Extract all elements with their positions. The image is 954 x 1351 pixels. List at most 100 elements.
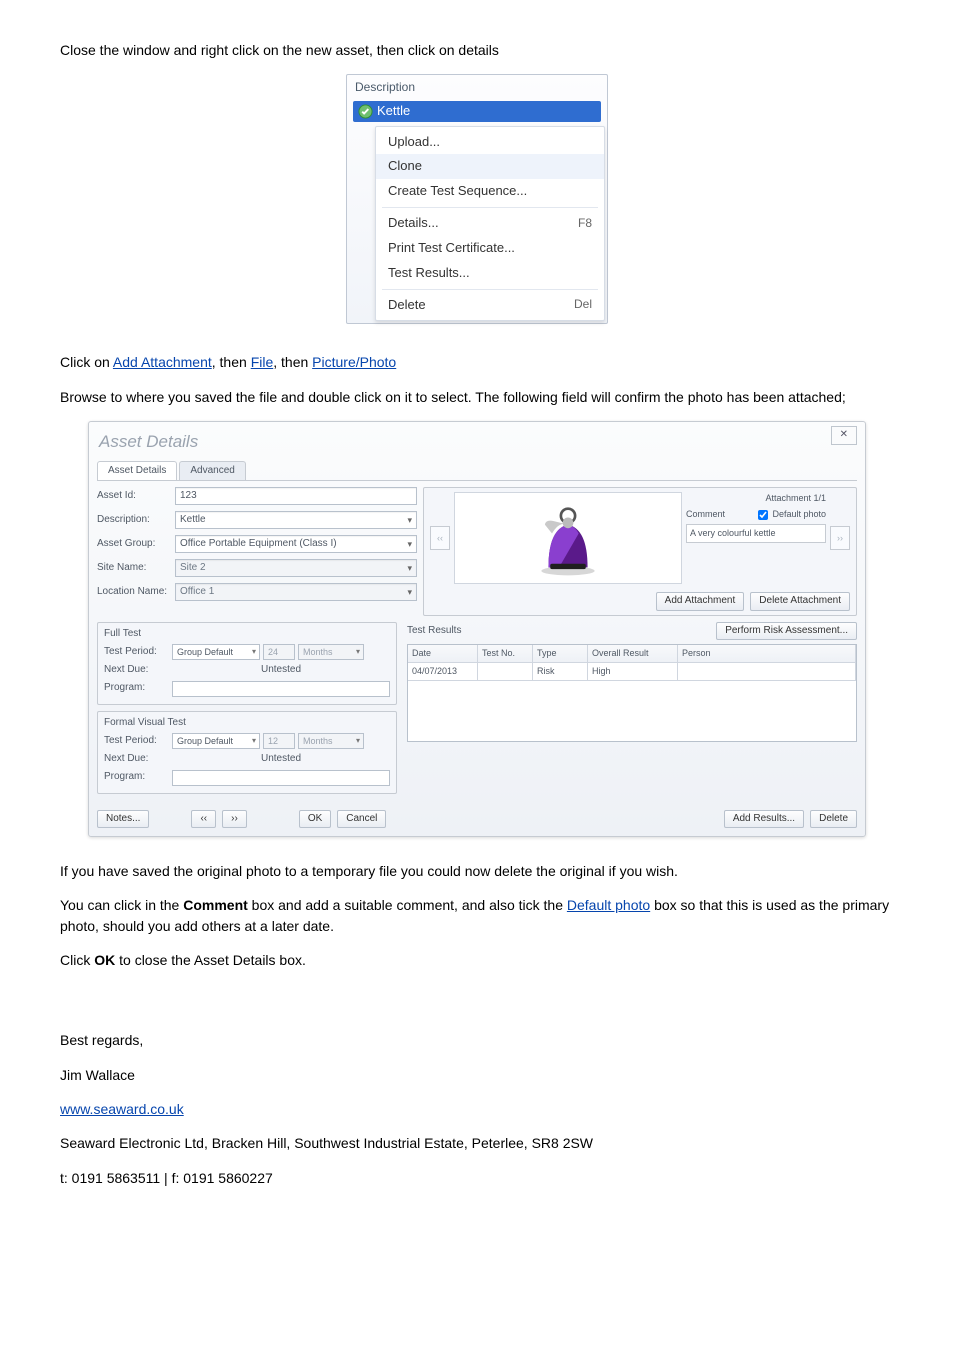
- link-add-attachment[interactable]: Add Attachment: [113, 354, 212, 370]
- value-full-next: Untested: [172, 663, 390, 678]
- notes-button[interactable]: Notes...: [97, 810, 149, 829]
- ok-button[interactable]: OK: [299, 810, 331, 829]
- menu-item-create-test[interactable]: Create Test Sequence...: [376, 179, 604, 204]
- label-full-program: Program:: [104, 681, 172, 696]
- asset-icon: [357, 103, 373, 119]
- cell-testno: [478, 663, 533, 681]
- screenshot-context-menu: Description Kettle Upload... Clone Creat…: [346, 74, 608, 324]
- input-location-name[interactable]: Office 1: [175, 583, 417, 601]
- signature-regards: Best regards,: [60, 1030, 894, 1050]
- value-visual-next: Untested: [172, 752, 390, 767]
- delete-attachment-button[interactable]: Delete Attachment: [750, 592, 850, 611]
- input-description[interactable]: Kettle: [175, 511, 417, 529]
- attachment-counter: Attachment 1/1: [765, 492, 826, 505]
- input-full-program[interactable]: [172, 681, 390, 697]
- cell-type: Risk: [533, 663, 588, 681]
- select-full-period-unit: Months: [298, 644, 364, 660]
- attachment-panel: ‹‹ Attachment 1/1: [423, 487, 857, 616]
- select-visual-period-unit: Months: [298, 733, 364, 749]
- add-results-button[interactable]: Add Results...: [724, 810, 804, 829]
- menu-item-test-results[interactable]: Test Results...: [376, 261, 604, 286]
- table-row[interactable]: 04/07/2013 Risk High: [408, 663, 856, 681]
- col-person[interactable]: Person: [678, 645, 856, 663]
- menu-item-details[interactable]: Details...F8: [376, 211, 604, 236]
- paragraph-click-ok: Click OK to close the Asset Details box.: [60, 950, 894, 970]
- menu-item-delete[interactable]: DeleteDel: [376, 293, 604, 318]
- asset-next-button[interactable]: ››: [222, 810, 247, 829]
- context-menu: Upload... Clone Create Test Sequence... …: [375, 126, 605, 322]
- select-visual-period[interactable]: Group Default: [172, 733, 260, 749]
- attachment-next[interactable]: ››: [830, 526, 850, 550]
- test-results-table: Date Test No. Type Overall Result Person…: [407, 644, 857, 742]
- group-full-test: Full Test Test Period: Group Default 24 …: [97, 622, 397, 705]
- input-asset-group[interactable]: Office Portable Equipment (Class I): [175, 535, 417, 553]
- tab-asset-details[interactable]: Asset Details: [97, 461, 177, 481]
- checkbox-default-photo[interactable]: Default photo: [758, 508, 826, 521]
- cell-person: [678, 663, 856, 681]
- signature-url[interactable]: www.seaward.co.uk: [60, 1101, 184, 1117]
- attachment-thumbnail: [454, 492, 682, 584]
- label-visual-next: Next Due:: [104, 752, 172, 767]
- column-header-description: Description: [347, 75, 607, 100]
- col-date[interactable]: Date: [408, 645, 478, 663]
- label-full-next: Next Due:: [104, 663, 172, 678]
- link-file[interactable]: File: [251, 354, 274, 370]
- menu-item-print-cert[interactable]: Print Test Certificate...: [376, 236, 604, 261]
- paragraph-intro: Close the window and right click on the …: [60, 40, 894, 60]
- label-asset-id: Asset Id:: [97, 489, 175, 504]
- paragraph-add-attachment: Click on Add Attachment, then File, then…: [60, 352, 894, 372]
- close-button[interactable]: ✕: [831, 426, 857, 445]
- tab-strip: Asset Details Advanced: [97, 461, 857, 482]
- menu-separator: [382, 289, 598, 290]
- select-full-period[interactable]: Group Default: [172, 644, 260, 660]
- screenshot-asset-details-dialog: ✕ Asset Details Asset Details Advanced A…: [88, 421, 866, 837]
- input-asset-id[interactable]: 123: [175, 487, 417, 505]
- input-visual-period-num: 12: [263, 733, 295, 749]
- group-visual-test: Formal Visual Test Test Period: Group De…: [97, 711, 397, 794]
- signature-name: Jim Wallace: [60, 1065, 894, 1085]
- label-description: Description:: [97, 513, 175, 528]
- selected-asset-label: Kettle: [377, 102, 410, 121]
- cell-date: 04/07/2013: [408, 663, 478, 681]
- label-asset-group: Asset Group:: [97, 537, 175, 552]
- input-visual-program[interactable]: [172, 770, 390, 786]
- label-location-name: Location Name:: [97, 585, 175, 600]
- attachment-prev[interactable]: ‹‹: [430, 526, 450, 550]
- table-header-row: Date Test No. Type Overall Result Person: [408, 645, 856, 663]
- legend-visual-test: Formal Visual Test: [104, 716, 390, 731]
- table-empty-area: [408, 681, 856, 741]
- label-site-name: Site Name:: [97, 561, 175, 576]
- legend-full-test: Full Test: [104, 627, 390, 642]
- cell-overall: High: [588, 663, 678, 681]
- paragraph-comment-default: You can click in the Comment box and add…: [60, 895, 894, 936]
- asset-prev-button[interactable]: ‹‹: [191, 810, 216, 829]
- col-testno[interactable]: Test No.: [478, 645, 533, 663]
- input-comment[interactable]: A very colourful kettle: [686, 524, 826, 543]
- dialog-title: Asset Details: [99, 430, 857, 455]
- checkbox-default-photo-input[interactable]: [758, 510, 768, 520]
- input-full-period-num: 24: [263, 644, 295, 660]
- label-visual-period: Test Period:: [104, 734, 172, 749]
- paragraph-delete-original: If you have saved the original photo to …: [60, 861, 894, 881]
- label-full-period: Test Period:: [104, 645, 172, 660]
- selected-asset-row[interactable]: Kettle: [353, 101, 601, 122]
- perform-risk-assessment-button[interactable]: Perform Risk Assessment...: [716, 622, 857, 641]
- link-picture-photo[interactable]: Picture/Photo: [312, 354, 396, 370]
- input-site-name[interactable]: Site 2: [175, 559, 417, 577]
- col-type[interactable]: Type: [533, 645, 588, 663]
- tab-advanced[interactable]: Advanced: [179, 461, 245, 481]
- menu-item-upload[interactable]: Upload...: [376, 130, 604, 155]
- add-attachment-button[interactable]: Add Attachment: [656, 592, 745, 611]
- menu-separator: [382, 207, 598, 208]
- delete-results-button[interactable]: Delete: [810, 810, 857, 829]
- col-overall[interactable]: Overall Result: [588, 645, 678, 663]
- signature-address: Seaward Electronic Ltd, Bracken Hill, So…: [60, 1133, 894, 1153]
- paragraph-browse: Browse to where you saved the file and d…: [60, 387, 894, 407]
- link-default-photo[interactable]: Default photo: [567, 897, 650, 913]
- label-visual-program: Program:: [104, 770, 172, 785]
- asset-fields: Asset Id:123 Description:Kettle Asset Gr…: [97, 487, 417, 616]
- label-test-results: Test Results: [407, 624, 461, 639]
- menu-item-clone[interactable]: Clone: [376, 154, 604, 179]
- cancel-button[interactable]: Cancel: [337, 810, 386, 829]
- signature-tel: t: 0191 5863511 | f: 0191 5860227: [60, 1168, 894, 1188]
